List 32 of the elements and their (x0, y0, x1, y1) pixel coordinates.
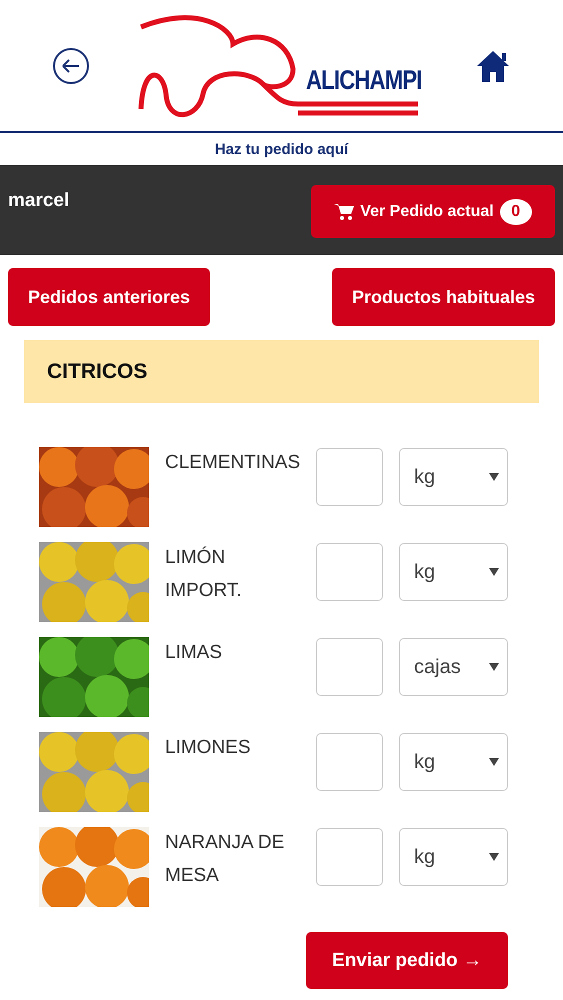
home-icon[interactable] (475, 48, 511, 82)
quantity-field[interactable] (316, 543, 383, 601)
quantity-field[interactable] (316, 828, 383, 886)
cart-count: 0 (500, 198, 532, 224)
quantity-field[interactable] (316, 448, 383, 506)
nav-button[interactable]: Productos habituales (332, 268, 555, 326)
tagline: Haz tu pedido aquí (214, 140, 350, 160)
unit-select[interactable]: cajas (399, 638, 508, 696)
product-name: CLEMENTINAS (164, 451, 302, 475)
nav-button[interactable]: Pedidos anteriores (8, 268, 210, 326)
quantity-field[interactable] (316, 638, 383, 696)
product-name: LIMONES (164, 736, 252, 760)
category-header: CITRICOS (24, 340, 539, 403)
brand-name: ALICHAMPI (306, 64, 422, 96)
caret-icon (489, 853, 499, 861)
caret-icon (489, 473, 499, 481)
unit-select[interactable]: kg (399, 448, 508, 506)
cart-button[interactable]: Ver Pedido actual 0 (311, 185, 555, 238)
submit-button[interactable]: Enviar pedido → (306, 932, 508, 989)
product-name: LIMAS (164, 641, 224, 665)
product-name: LIMÓN IMPORT. (164, 546, 243, 603)
user-name: marcel (8, 190, 70, 212)
caret-icon (489, 663, 499, 671)
unit-select[interactable]: kg (399, 828, 508, 886)
unit-select[interactable]: kg (399, 733, 508, 791)
back-icon[interactable] (52, 46, 90, 84)
caret-icon (489, 758, 499, 766)
product-name: NARANJA DE MESA (164, 831, 286, 888)
unit-select[interactable]: kg (399, 543, 508, 601)
quantity-field[interactable] (316, 733, 383, 791)
caret-icon (489, 568, 499, 576)
cart-icon (334, 202, 354, 220)
